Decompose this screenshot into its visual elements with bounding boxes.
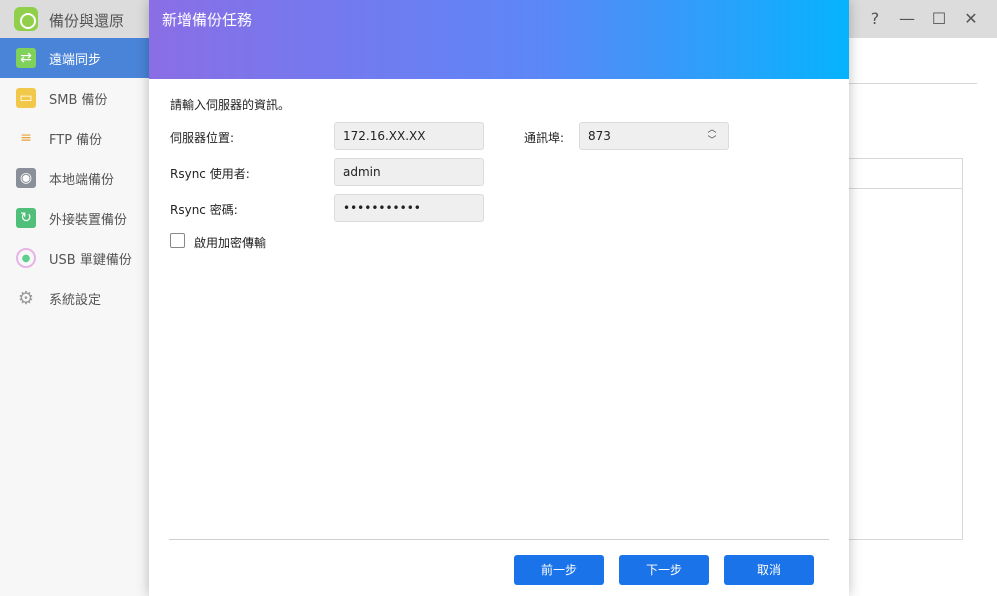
cancel-button[interactable]: 取消 bbox=[724, 555, 814, 585]
maximize-icon[interactable]: ☐ bbox=[928, 8, 950, 30]
app-title: 備份與還原 bbox=[49, 12, 125, 30]
sidebar-item-external-backup[interactable]: ↻ 外接裝置備份 bbox=[0, 198, 149, 238]
sidebar-item-label: USB 單鍵備份 bbox=[49, 252, 132, 268]
gear-icon: ⚙ bbox=[17, 287, 35, 309]
port-stepper[interactable]: 873 ︿ ﹀ bbox=[579, 122, 729, 150]
rsync-password-input[interactable]: ••••••••••• bbox=[334, 194, 484, 222]
help-icon[interactable]: ? bbox=[864, 8, 886, 30]
stepper-arrows-icon[interactable]: ︿ ﹀ bbox=[706, 125, 718, 147]
server-address-label: 伺服器位置: bbox=[170, 131, 235, 145]
background-divider bbox=[849, 83, 977, 84]
sidebar-item-label: 本地端備份 bbox=[49, 172, 115, 188]
background-task-panel bbox=[849, 158, 963, 540]
port-label: 通訊埠: bbox=[524, 131, 565, 145]
backup-app-logo-icon bbox=[14, 7, 38, 31]
intro-text: 請輸入伺服器的資訊。 bbox=[170, 98, 291, 112]
sidebar-item-local-backup[interactable]: ◉ 本地端備份 bbox=[0, 158, 149, 198]
external-device-icon: ↻ bbox=[16, 208, 36, 228]
encrypt-transfer-checkbox[interactable] bbox=[170, 233, 185, 248]
next-step-button[interactable]: 下一步 bbox=[619, 555, 709, 585]
rsync-user-input[interactable]: admin bbox=[334, 158, 484, 186]
ftp-icon: ≡ bbox=[20, 130, 32, 146]
sidebar-item-label: SMB 備份 bbox=[49, 92, 108, 108]
smb-folder-icon: ▭ bbox=[16, 88, 36, 108]
sidebar-item-usb-backup[interactable]: ● USB 單鍵備份 bbox=[0, 238, 149, 278]
sidebar-item-ftp-backup[interactable]: ≡ FTP 備份 bbox=[0, 118, 149, 158]
background-panel-divider bbox=[849, 188, 963, 189]
server-address-input[interactable]: 172.16.XX.XX bbox=[334, 122, 484, 150]
usb-button-icon: ● bbox=[16, 248, 36, 268]
sidebar-item-label: 遠端同步 bbox=[49, 52, 102, 68]
rsync-user-label: Rsync 使用者: bbox=[170, 167, 250, 181]
sidebar-item-label: 外接裝置備份 bbox=[49, 212, 128, 228]
close-icon[interactable]: ✕ bbox=[960, 8, 982, 30]
sidebar-item-label: FTP 備份 bbox=[49, 132, 103, 148]
sidebar: ⇄ 遠端同步 ▭ SMB 備份 ≡ FTP 備份 ◉ 本地端備份 ↻ 外接裝置備… bbox=[0, 38, 149, 596]
sidebar-item-system-settings[interactable]: ⚙ 系統設定 bbox=[0, 278, 149, 318]
dialog-header: 新增備份任務 bbox=[149, 0, 849, 79]
sync-icon: ⇄ bbox=[16, 48, 36, 68]
footer-divider bbox=[169, 539, 829, 540]
minimize-icon[interactable]: — bbox=[896, 8, 918, 30]
port-value: 873 bbox=[588, 129, 611, 143]
dialog-title: 新增備份任務 bbox=[162, 11, 253, 29]
sidebar-item-remote-sync[interactable]: ⇄ 遠端同步 bbox=[0, 38, 149, 78]
encrypt-transfer-label: 啟用加密傳輸 bbox=[194, 236, 267, 250]
previous-step-button[interactable]: 前一步 bbox=[514, 555, 604, 585]
local-disk-icon: ◉ bbox=[16, 168, 36, 188]
rsync-password-label: Rsync 密碼: bbox=[170, 203, 238, 217]
sidebar-item-smb-backup[interactable]: ▭ SMB 備份 bbox=[0, 78, 149, 118]
new-backup-task-dialog: 新增備份任務 請輸入伺服器的資訊。 伺服器位置: 172.16.XX.XX 通訊… bbox=[149, 0, 849, 596]
sidebar-item-label: 系統設定 bbox=[49, 292, 102, 308]
